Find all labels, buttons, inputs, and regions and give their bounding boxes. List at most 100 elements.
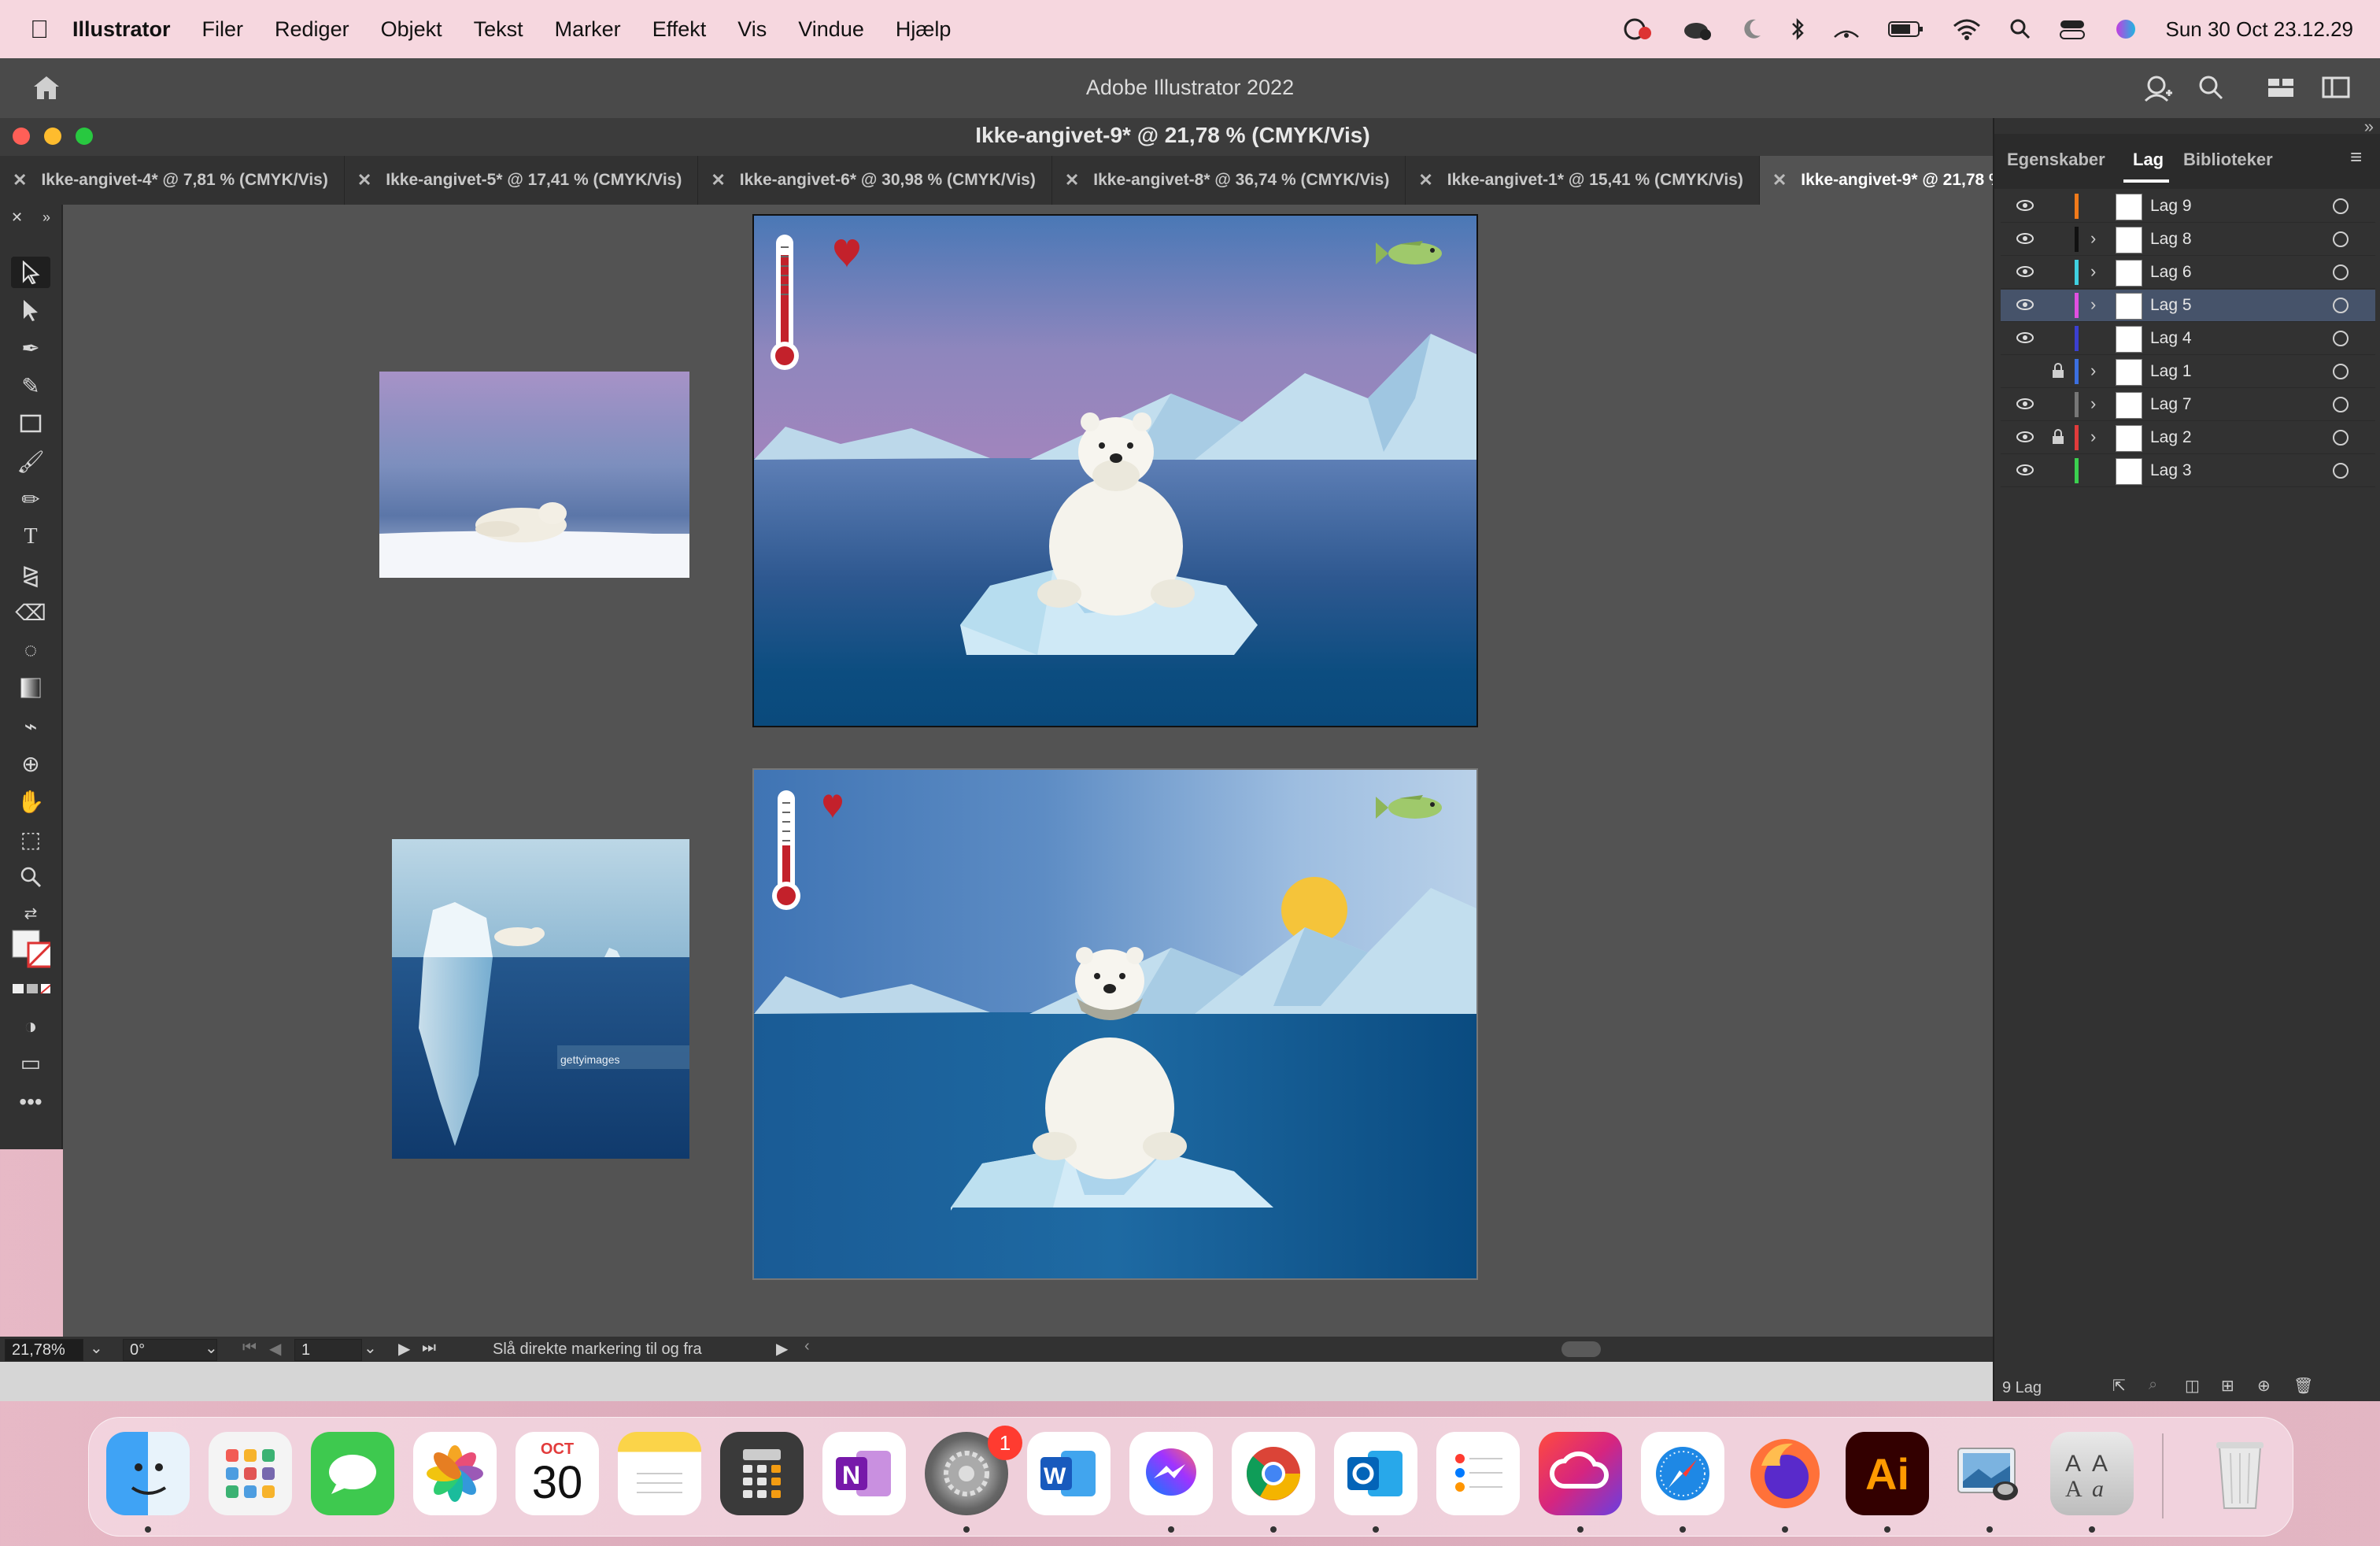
calculator-icon[interactable] — [720, 1432, 804, 1515]
wifi-status-icon[interactable] — [1833, 20, 1860, 39]
arrange-panels-icon[interactable] — [2322, 76, 2350, 99]
canvas[interactable]: gettyimages — [63, 205, 1993, 1337]
edit-toolbar-icon[interactable]: ••• — [11, 1086, 50, 1118]
lock-toggle[interactable] — [2051, 329, 2067, 346]
photos-icon[interactable] — [413, 1432, 497, 1515]
reminders-icon[interactable] — [1436, 1432, 1520, 1515]
eye-visibility-icon[interactable] — [2016, 296, 2034, 313]
preview-icon[interactable] — [1948, 1432, 2031, 1515]
creative-cloud-status-icon[interactable] — [1622, 17, 1654, 41]
onenote-icon[interactable]: N — [822, 1432, 906, 1515]
lock-icon[interactable] — [2051, 362, 2067, 379]
target-circle-icon[interactable] — [2333, 463, 2349, 479]
fill-stroke-swatches[interactable] — [11, 929, 50, 971]
menu-item-tekst[interactable]: Tekst — [474, 17, 523, 42]
shape-builder-tool-icon[interactable]: ⊕ — [11, 748, 50, 779]
gradient-tool-icon[interactable] — [11, 672, 50, 704]
artboard-tool-icon[interactable]: ⬚ — [11, 823, 50, 855]
layer-row[interactable]: › Lag 5 — [2001, 290, 2375, 322]
menu-item-objekt[interactable]: Objekt — [381, 17, 442, 42]
target-circle-icon[interactable] — [2333, 231, 2349, 247]
direct-selection-tool-icon[interactable] — [11, 294, 50, 326]
next-artboard-icon[interactable]: ▶ — [398, 1339, 410, 1359]
close-panel-icon[interactable]: ✕ — [11, 209, 23, 226]
firefox-icon[interactable] — [1743, 1432, 1827, 1515]
panel-menu-icon[interactable]: ≡ — [2350, 145, 2362, 169]
lock-toggle[interactable] — [2051, 395, 2067, 412]
drawing-mode-icon[interactable]: ◑ — [11, 1011, 50, 1042]
menubar-clock[interactable]: Sun 30 Oct 23.12.29 — [2165, 17, 2353, 42]
expand-chevron-icon[interactable]: › — [2090, 228, 2096, 249]
eraser-tool-icon[interactable]: ⌫ — [11, 597, 50, 628]
first-artboard-icon[interactable]: ⏮ — [242, 1339, 257, 1357]
tab-ikke-angivet-5[interactable]: ✕ Ikke-angivet-5* @ 17,41 % (CMYK/Vis) — [345, 156, 699, 205]
menu-item-hjaelp[interactable]: Hjælp — [896, 17, 952, 42]
rectangle-tool-icon[interactable] — [11, 408, 50, 439]
status-menu-arrow-icon[interactable]: ▶ — [776, 1339, 788, 1359]
close-tab-icon[interactable]: ✕ — [1772, 170, 1787, 190]
paintbrush-tool-icon[interactable]: 🖌 — [11, 446, 50, 477]
reference-photo-iceberg[interactable]: gettyimages — [392, 839, 689, 1159]
launchpad-icon[interactable] — [209, 1432, 292, 1515]
apple-menu-icon[interactable]:  — [30, 15, 49, 44]
artboard-dropdown-chevron-icon[interactable]: ⌄ — [364, 1338, 377, 1358]
moon-icon[interactable] — [1742, 18, 1762, 40]
color-mode-buttons[interactable] — [11, 979, 50, 998]
lock-toggle[interactable] — [2051, 263, 2067, 280]
target-circle-icon[interactable] — [2333, 264, 2349, 280]
reference-photo-polar-bear-on-snow[interactable] — [379, 372, 689, 578]
pencil-tool-icon[interactable]: ✏ — [11, 483, 50, 515]
pen-tool-icon[interactable]: ✒ — [11, 332, 50, 364]
swap-fill-stroke-icon[interactable]: ⇄ — [11, 897, 50, 929]
menu-item-rediger[interactable]: Rediger — [275, 17, 349, 42]
messenger-icon[interactable] — [1129, 1432, 1213, 1515]
artboard-number-field[interactable]: 1 — [294, 1339, 362, 1361]
eye-visibility-icon[interactable] — [2016, 230, 2034, 247]
layer-row[interactable]: › Lag 8 — [2001, 224, 2375, 256]
locate-object-icon[interactable]: ⌕ — [2149, 1376, 2157, 1394]
lasso-tool-icon[interactable]: ◌ — [11, 634, 50, 666]
layer-row[interactable]: › Lag 7 — [2001, 389, 2375, 421]
tab-biblioteker[interactable]: Biblioteker — [2183, 150, 2273, 170]
tab-ikke-angivet-1[interactable]: ✕ Ikke-angivet-1* @ 15,41 % (CMYK/Vis) — [1406, 156, 1760, 205]
lock-toggle[interactable] — [2051, 296, 2067, 313]
notes-icon[interactable] — [618, 1432, 701, 1515]
outlook-icon[interactable] — [1334, 1432, 1417, 1515]
tab-ikke-angivet-6[interactable]: ✕ Ikke-angivet-6* @ 30,98 % (CMYK/Vis) — [698, 156, 1052, 205]
lock-toggle[interactable] — [2051, 230, 2067, 247]
screen-mode-icon[interactable]: ▭ — [11, 1047, 50, 1078]
chrome-icon[interactable] — [1232, 1432, 1315, 1515]
eye-visibility-icon[interactable] — [2016, 428, 2034, 446]
eye-visibility-icon[interactable] — [2016, 329, 2034, 346]
spotlight-search-icon[interactable] — [2009, 18, 2031, 40]
close-tab-icon[interactable]: ✕ — [1065, 170, 1079, 190]
artboard-day-scene[interactable] — [752, 768, 1478, 1280]
wifi-icon[interactable] — [1953, 18, 1981, 40]
cloud-sync-icon[interactable] — [1682, 17, 1713, 41]
horizontal-scrollbar-thumb[interactable] — [1561, 1341, 1601, 1357]
layer-row[interactable]: › Lag 1 — [2001, 356, 2375, 388]
close-tab-icon[interactable]: ✕ — [357, 170, 371, 190]
siri-icon[interactable] — [2115, 18, 2137, 40]
trash-icon[interactable] — [2198, 1432, 2282, 1515]
scroll-left-icon[interactable]: ‹ — [804, 1337, 810, 1356]
menu-item-vindue[interactable]: Vindue — [798, 17, 864, 42]
layer-name[interactable]: Lag 6 — [2150, 263, 2192, 282]
lock-icon[interactable] — [2051, 428, 2067, 446]
zoom-level-field[interactable]: 21,78% — [5, 1339, 83, 1361]
control-center-icon[interactable] — [2060, 18, 2086, 40]
target-circle-icon[interactable] — [2333, 397, 2349, 412]
selection-tool-icon[interactable] — [11, 257, 50, 288]
tab-egenskaber[interactable]: Egenskaber — [2007, 150, 2105, 170]
finder-icon[interactable] — [106, 1432, 190, 1515]
last-artboard-icon[interactable]: ⏭ — [422, 1339, 436, 1357]
delete-layer-icon[interactable]: 🗑 — [2293, 1376, 2313, 1396]
layer-name[interactable]: Lag 4 — [2150, 329, 2192, 348]
layer-name[interactable]: Lag 3 — [2150, 461, 2192, 480]
expand-chevron-icon[interactable]: › — [2090, 361, 2096, 381]
menu-app-name[interactable]: Illustrator — [72, 17, 171, 42]
eye-visibility-icon[interactable] — [2016, 461, 2034, 479]
calendar-icon[interactable]: OCT 30 — [516, 1432, 599, 1515]
artboard-night-scene[interactable] — [752, 214, 1478, 727]
layer-row[interactable]: Lag 4 — [2001, 323, 2375, 355]
